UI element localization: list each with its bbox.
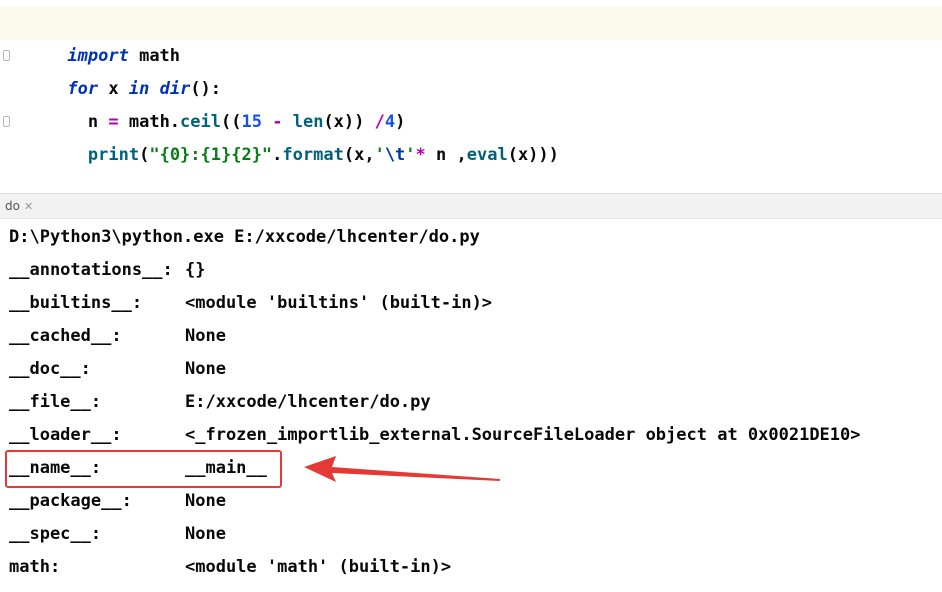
builtin-eval: eval [466,145,508,165]
console-command-line: D:\Python3\python.exe E:/xxcode/lhcenter… [9,227,480,247]
console-row-value: None [185,326,226,346]
arrow-annotation-head [304,456,500,482]
console-row: __builtins__: <module 'builtins' (built-i… [0,287,942,320]
console-row-value: <_frozen_importlib_external.SourceFileLo… [185,425,861,445]
console-row: __loader__: <_frozen_importlib_external.S… [0,419,942,452]
builtin-print: print [87,145,140,165]
string-quote: ' [405,145,416,165]
console-row-key: __builtins__: [9,293,143,313]
console-row-value: {} [185,260,206,280]
console-row-value: None [185,491,226,511]
close-icon[interactable]: ✕ [24,200,33,213]
operator: * [415,145,426,165]
console-row-key: __doc__: [9,359,91,379]
code-editor[interactable]: import math for x in dir(): n = math.cei… [0,0,942,193]
run-tab-bar: do ✕ [0,193,942,219]
console-row-key: math: [9,557,61,577]
string-literal: "{0}:{1}{2}" [149,145,273,165]
console-row: __file__: E:/xxcode/lhcenter/do.py [0,386,942,419]
console-row-key: __cached__: [9,326,122,346]
console-row-value: E:/xxcode/lhcenter/do.py [185,392,431,412]
code-line-1[interactable]: import math [0,7,942,66]
console-row: __doc__: None [0,353,942,386]
console-row-value: None [185,359,226,379]
console-row-key: __package__: [9,491,132,511]
console-row-key: __spec__: [9,524,102,544]
string-quote: ' [374,145,385,165]
code-text: n , [425,145,467,165]
console-row-key: __file__: [9,392,102,412]
console-row: __spec__: None [0,518,942,551]
run-tab-label: do [5,199,20,213]
code-text: (x))) [507,145,559,165]
method-format: format [282,145,344,165]
console-row-value: <module 'math' (built-in)> [185,557,452,577]
console-row: __annotations__: {} [0,254,942,287]
arrow-annotation-icon [304,456,500,482]
console-row-value: <module 'builtins' (built-in)> [185,293,493,313]
console-output[interactable]: D:\Python3\python.exe E:/xxcode/lhcenter… [0,219,942,592]
console-row: math: <module 'math' (built-in)> [0,551,942,584]
code-text: . [272,145,283,165]
console-row: __package__: None [0,485,942,518]
code-text: ( [139,145,150,165]
console-row-value: None [185,524,226,544]
console-row: __cached__: None [0,320,942,353]
code-line-2[interactable]: for x in dir(): [0,40,942,99]
highlight-box [5,450,282,488]
code-line-4[interactable]: print("{0}:{1}{2}".format(x,'\t'* n ,eva… [0,106,942,165]
code-line-3[interactable]: n = math.ceil((15 - len(x)) /4) [0,73,942,132]
run-tab-do[interactable]: do ✕ [0,194,39,219]
console-row-key: __loader__: [9,425,122,445]
escape-sequence: \t [384,145,406,165]
code-text: (x, [343,145,375,165]
console-row-key: __annotations__: [9,260,173,280]
